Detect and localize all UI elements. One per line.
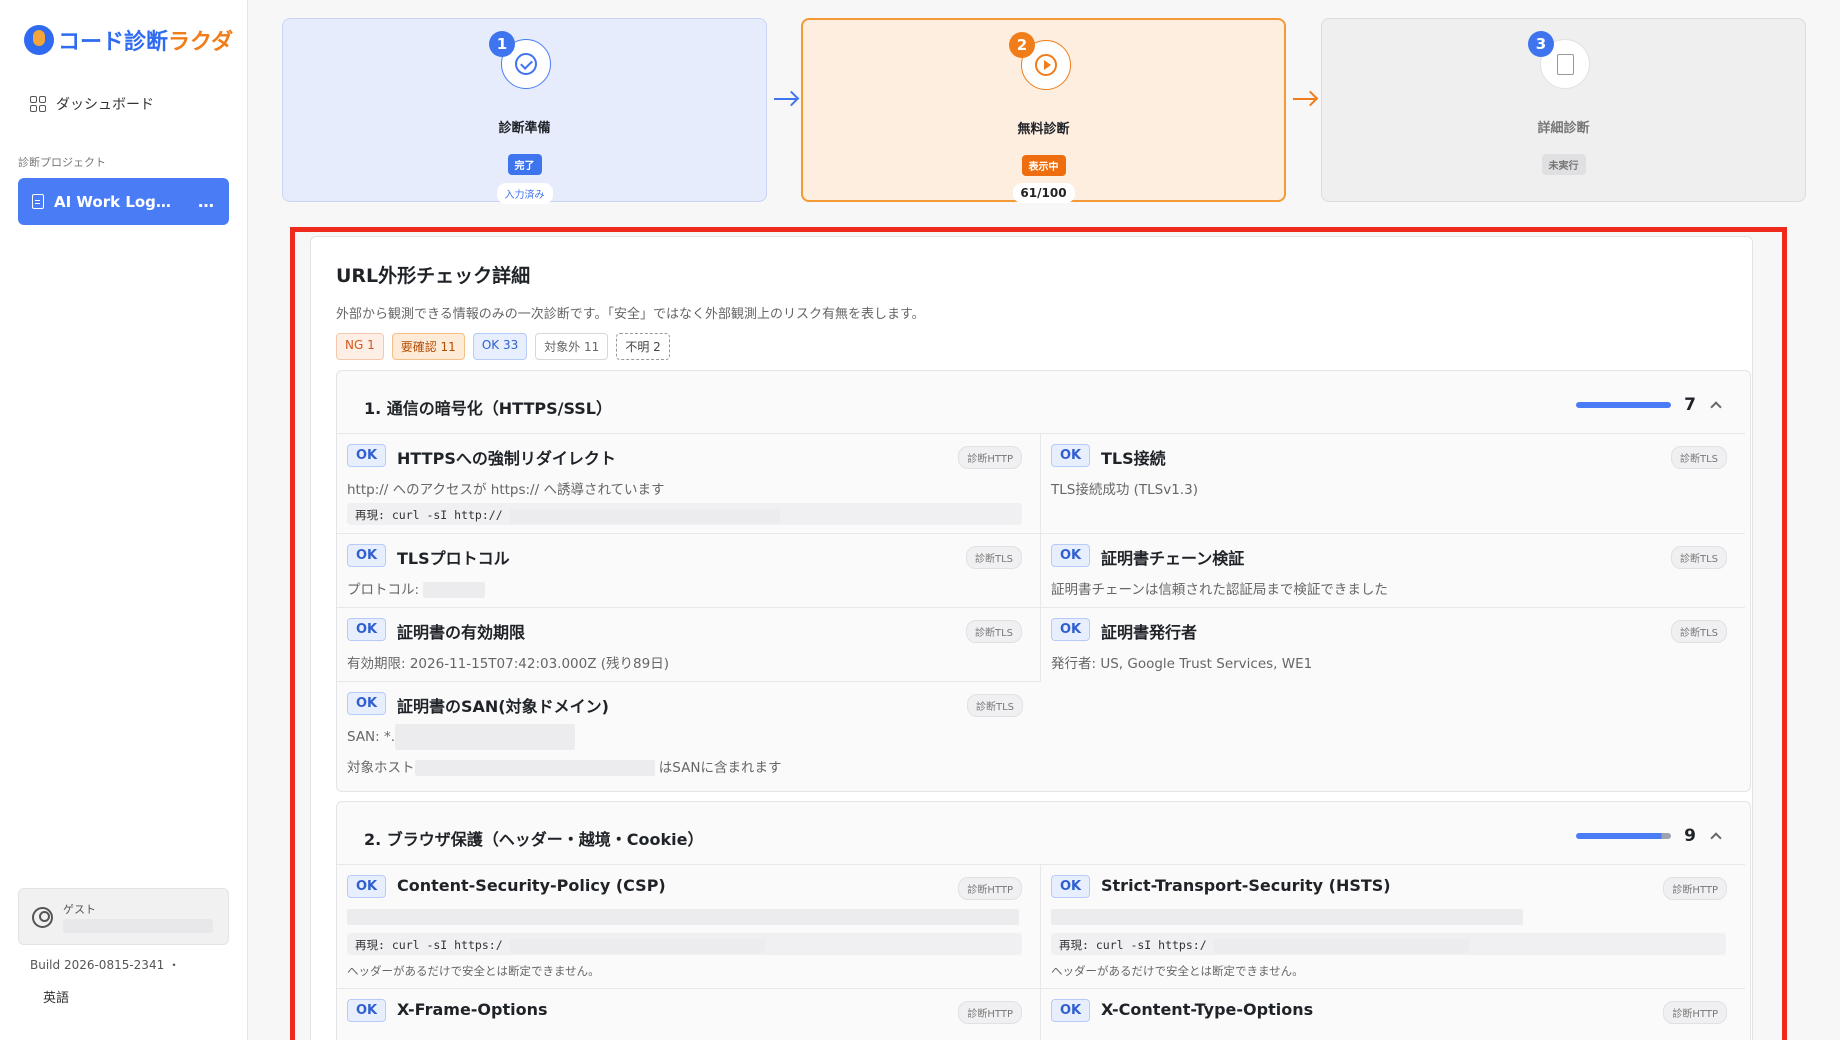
step-subtext: 入力済み	[496, 183, 553, 204]
language-switch[interactable]: 英語	[43, 987, 69, 1006]
sidebar-item-label: ダッシュボード	[56, 97, 154, 113]
arrow-right-icon	[774, 98, 796, 100]
arrow-right-icon	[1293, 98, 1315, 100]
redacted-email	[63, 919, 213, 933]
more-options-icon[interactable]: …	[198, 192, 215, 211]
document-icon	[32, 194, 44, 209]
sidebar: コード診断ラクダ ダッシュボード 診断プロジェクト AI Work Log… ……	[0, 0, 248, 1040]
camel-logo-icon	[24, 25, 54, 55]
guest-label: ゲスト	[63, 903, 96, 916]
step-number: 1	[489, 31, 515, 57]
step-preparation[interactable]: 1 診断準備 完了 入力済み	[282, 18, 767, 204]
app-logo[interactable]: コード診断ラクダ	[24, 24, 233, 56]
step-detailed-diagnosis[interactable]: 3 詳細診断 未実行	[1321, 18, 1806, 202]
build-version: Build 2026-0815-2341 ・	[30, 958, 181, 972]
status-badge: 未実行	[1541, 154, 1586, 175]
user-account[interactable]: ゲスト	[18, 888, 229, 945]
sidebar-item-dashboard[interactable]: ダッシュボード	[30, 94, 154, 114]
step-number: 3	[1528, 31, 1554, 57]
status-badge: 表示中	[1021, 155, 1066, 176]
play-circle-icon	[1035, 54, 1057, 76]
projects-section-label: 診断プロジェクト	[18, 156, 106, 169]
step-title: 詳細診断	[1537, 121, 1590, 136]
status-badge: 完了	[507, 154, 542, 175]
step-title: 無料診断	[1017, 122, 1070, 137]
check-circle-icon	[515, 53, 537, 75]
highlight-frame	[290, 227, 1787, 1040]
user-icon	[32, 907, 53, 928]
project-label: AI Work Log…	[54, 192, 171, 211]
step-free-diagnosis[interactable]: 2 無料診断 表示中 61/100	[801, 18, 1286, 203]
step-number: 2	[1009, 32, 1035, 58]
logo-text-accent: ラクダ	[168, 30, 234, 55]
dashboard-icon	[30, 96, 46, 112]
score-text: 61/100	[1012, 183, 1075, 203]
logo-text-primary: コード診断	[58, 30, 169, 55]
file-search-icon	[1556, 53, 1574, 75]
sidebar-item-project[interactable]: AI Work Log… …	[18, 178, 229, 225]
step-title: 診断準備	[498, 121, 551, 136]
